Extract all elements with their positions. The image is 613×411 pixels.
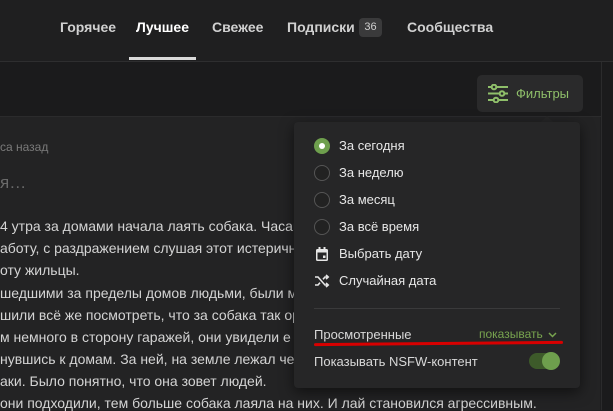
viewed-posts-value: показывать [479,327,543,341]
filters-button[interactable]: Фильтры [477,75,583,112]
filters-dropdown: За сегодня За неделю За месяц За всё вре… [294,122,580,388]
radio-icon [314,219,330,235]
post-text-line: они подходили, тем больше собака лаяла н… [0,395,537,411]
tab-subscriptions[interactable]: Подписки [287,19,355,35]
dropdown-divider [314,308,560,309]
post-time: са назад [0,140,49,154]
viewed-posts-select[interactable]: показывать [479,327,557,341]
tab-hot[interactable]: Горячее [60,19,116,35]
post-text-line: аки. Было понятно, что она зовет людей. [0,373,267,389]
period-option-label: За всё время [339,219,420,234]
post-title[interactable]: я… [0,173,26,193]
post-text-line: нувшись к домам. За ней, на земле лежал … [0,351,295,367]
period-option-label: За сегодня [339,138,405,153]
viewed-posts-label: Просмотренные [314,327,412,342]
post-text-line: оту жильцы. [0,262,80,278]
period-option-label: За неделю [339,165,404,180]
post-text-line: шедшими за пределы домов людьми, были м [0,285,298,301]
active-tab-indicator [129,57,196,60]
radio-icon [314,192,330,208]
filters-button-label: Фильтры [516,86,570,101]
post-text-line: 4 утра за домами начала лаять собака. Ча… [0,218,303,234]
nsfw-toggle[interactable] [529,352,560,370]
tab-best[interactable]: Лучшее [136,19,189,35]
right-scroll-edge [601,62,613,410]
top-navigation: Горячее Лучшее Свежее Подписки 36 Сообще… [0,0,613,62]
radio-icon [314,165,330,181]
tab-fresh[interactable]: Свежее [212,19,263,35]
post-text-line: м немного в сторону гаражей, они увидели… [0,329,291,345]
chevron-down-icon [548,332,557,338]
post-text-line: шили всё же посмотреть, что за собака та… [0,307,300,323]
random-date-label: Случайная дата [339,273,437,288]
nsfw-label: Показывать NSFW-контент [314,354,478,369]
sliders-icon [488,84,508,103]
radio-selected-icon [314,138,330,154]
tab-communities[interactable]: Сообщества [407,19,493,35]
subscriptions-count-badge: 36 [359,18,382,37]
pick-date-label: Выбрать дату [339,246,423,261]
shuffle-icon [315,274,330,288]
calendar-icon [316,247,328,261]
period-option-label: За месяц [339,192,395,207]
post-text-line: аботу, с раздражением слушая этот истери… [0,240,297,256]
